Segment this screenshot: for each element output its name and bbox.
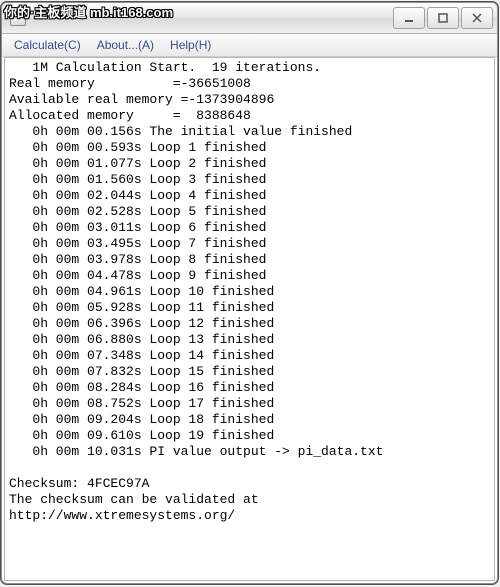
window-controls	[393, 7, 493, 29]
app-icon	[10, 10, 26, 26]
minimize-button[interactable]	[393, 7, 425, 29]
close-button[interactable]	[461, 7, 493, 29]
menu-help[interactable]: Help(H)	[162, 36, 219, 54]
titlebar[interactable]	[2, 3, 497, 34]
menu-about[interactable]: About...(A)	[89, 36, 162, 54]
maximize-button[interactable]	[427, 7, 459, 29]
app-window: Calculate(C) About...(A) Help(H) 1M Calc…	[1, 2, 498, 584]
client-area: 1M Calculation Start. 19 iterations. Rea…	[4, 57, 495, 581]
menu-calculate[interactable]: Calculate(C)	[6, 36, 89, 54]
console-output[interactable]: 1M Calculation Start. 19 iterations. Rea…	[5, 58, 494, 580]
menubar: Calculate(C) About...(A) Help(H)	[2, 34, 497, 57]
